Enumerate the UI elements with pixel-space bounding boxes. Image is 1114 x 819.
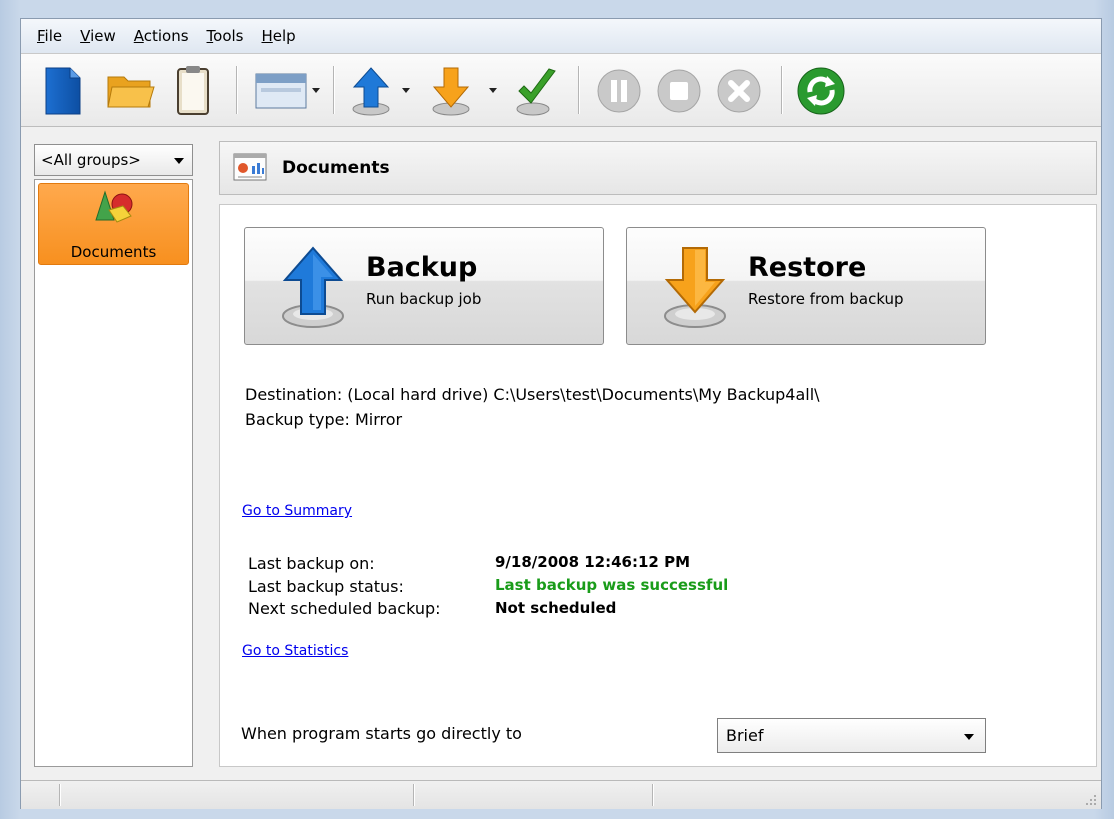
app-window: File View Actions Tools Help <All groups… [0, 0, 1114, 819]
page-title: Documents [282, 158, 390, 178]
backup-button-title: Backup [366, 252, 478, 283]
restore-dropdown-arrow[interactable] [489, 88, 497, 93]
menu-help-label: elp [272, 27, 296, 45]
restore-toolbar-button[interactable] [426, 64, 476, 118]
menu-tools[interactable]: Tools [198, 27, 253, 45]
view-dropdown-arrow[interactable] [312, 88, 320, 93]
startup-view-value: Brief [726, 726, 764, 745]
last-status-value: Last backup was successful [495, 576, 729, 594]
chevron-down-icon [964, 734, 974, 740]
open-folder-icon [107, 76, 155, 108]
groups-select-value: <All groups> [41, 151, 141, 169]
cancel-icon [717, 69, 761, 113]
last-status-label: Last backup status: [248, 577, 404, 596]
new-button[interactable] [41, 64, 85, 118]
menu-bar: File View Actions Tools Help [21, 19, 1101, 53]
properties-icon [177, 66, 209, 115]
menu-help[interactable]: Help [253, 27, 305, 45]
backup-button[interactable]: Backup Run backup job [244, 227, 604, 345]
menu-view-label: iew [90, 27, 116, 45]
page-header: Documents [219, 141, 1097, 195]
menu-actions-label: ctions [143, 27, 189, 45]
group-item-label: Documents [70, 243, 157, 261]
restore-button-title: Restore [748, 252, 867, 283]
restore-button[interactable]: Restore Restore from backup [626, 227, 986, 345]
test-icon [516, 68, 556, 116]
backup-type-text: Backup type: Mirror [245, 410, 403, 429]
pause-button[interactable] [593, 64, 645, 118]
view-icon [255, 73, 307, 109]
job-content-panel: Backup Run backup job Restore Restore fr… [219, 204, 1097, 767]
last-backup-value: 9/18/2008 12:46:12 PM [495, 553, 690, 571]
startup-view-select[interactable]: Brief [717, 718, 986, 753]
menu-actions-mnemonic: A [133, 27, 144, 45]
groups-select[interactable]: <All groups> [34, 144, 193, 176]
toolbar-separator [333, 66, 334, 114]
menu-actions[interactable]: Actions [125, 27, 198, 45]
menu-view[interactable]: View [71, 27, 125, 45]
restore-icon [432, 67, 470, 116]
startup-label: When program starts go directly to [241, 724, 522, 743]
presentation-icon [233, 153, 267, 181]
resize-grip-icon[interactable] [1085, 794, 1097, 806]
menu-view-mnemonic: V [80, 27, 91, 45]
properties-button[interactable] [173, 64, 213, 118]
restore-button-subtitle: Restore from backup [748, 290, 904, 308]
stop-button[interactable] [653, 64, 705, 118]
menu-tools-label: ools [213, 27, 244, 45]
next-scheduled-label: Next scheduled backup: [248, 599, 441, 618]
restore-arrow-icon [664, 247, 726, 328]
window-client: File View Actions Tools Help <All groups… [20, 18, 1102, 809]
cancel-toolbar-button[interactable] [713, 64, 765, 118]
last-backup-label: Last backup on: [248, 554, 375, 573]
backup-toolbar-button[interactable] [346, 64, 396, 118]
toolbar-separator [236, 66, 237, 114]
test-button[interactable] [511, 64, 561, 118]
refresh-icon [797, 67, 845, 115]
stop-icon [657, 69, 701, 113]
refresh-button[interactable] [793, 64, 849, 118]
backup-button-subtitle: Run backup job [366, 290, 482, 308]
open-button[interactable] [106, 64, 156, 118]
chevron-down-icon [174, 158, 184, 164]
go-to-summary-link[interactable]: Go to Summary [242, 503, 352, 519]
menu-file-mnemonic: F [37, 27, 45, 45]
next-scheduled-value: Not scheduled [495, 599, 617, 617]
shapes-icon [95, 190, 133, 223]
menu-file-label: ile [44, 27, 63, 45]
backup-icon [352, 67, 390, 116]
groups-panel: Documents [34, 179, 193, 767]
toolbar [21, 53, 1101, 127]
status-separator [59, 784, 60, 806]
new-file-icon [45, 67, 81, 115]
toolbar-separator [781, 66, 782, 114]
view-button[interactable] [251, 64, 311, 118]
group-item-documents[interactable]: Documents [38, 183, 189, 265]
pause-icon [597, 69, 641, 113]
backup-dropdown-arrow[interactable] [402, 88, 410, 93]
status-bar [21, 780, 1101, 809]
menu-help-mnemonic: H [261, 27, 273, 45]
status-separator [652, 784, 653, 806]
backup-arrow-icon [282, 246, 344, 328]
destination-text: Destination: (Local hard drive) C:\Users… [245, 385, 820, 404]
menu-file[interactable]: File [28, 27, 71, 45]
status-separator [413, 784, 414, 806]
go-to-statistics-link[interactable]: Go to Statistics [242, 643, 348, 659]
toolbar-separator [578, 66, 579, 114]
